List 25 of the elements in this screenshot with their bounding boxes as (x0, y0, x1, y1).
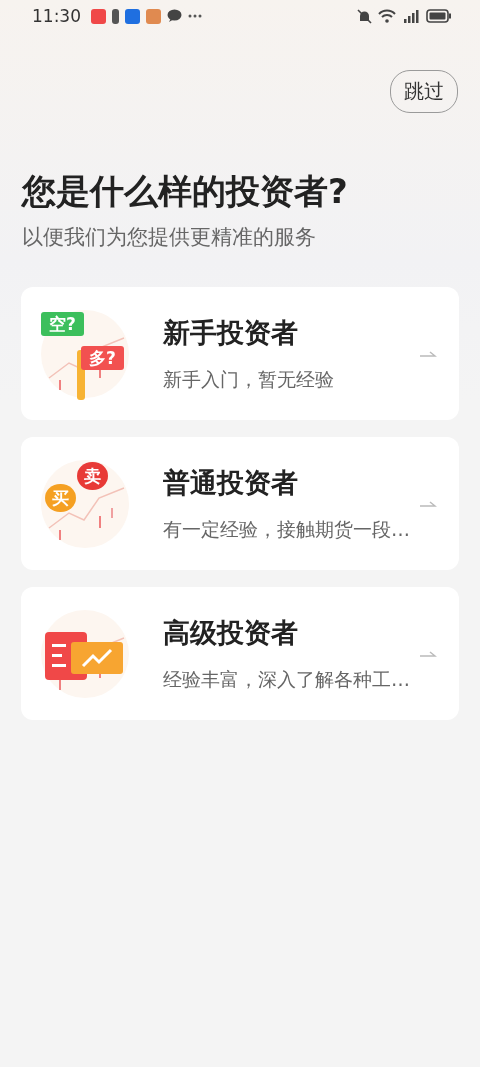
more-icon (188, 14, 202, 18)
battery-alert-icon (112, 8, 119, 24)
sign-label: 多? (81, 345, 124, 371)
option-description: 有一定经验，接触期货一段… (163, 516, 411, 542)
sign-label: 空? (41, 311, 84, 337)
battery-icon (426, 9, 452, 23)
investor-option-card[interactable]: 高级投资者 经验丰富，深入了解各种工… (21, 587, 459, 720)
option-title: 新手投资者 (163, 315, 299, 350)
signal-icon (402, 9, 420, 23)
skip-button[interactable]: 跳过 (390, 70, 458, 113)
page-title: 您是什么样的投资者? (22, 170, 349, 213)
option-title: 普通投资者 (163, 465, 299, 500)
bell-off-icon (357, 8, 372, 24)
message-notification-icon (146, 8, 161, 24)
wifi-icon (378, 9, 396, 23)
bulb-notification-icon (125, 8, 140, 24)
chat-icon (167, 9, 182, 23)
option-title: 高级投资者 (163, 615, 299, 650)
investor-option-card[interactable]: 卖 买 普通投资者 有一定经验，接触期货一段… (21, 437, 459, 570)
investor-option-card[interactable]: 空? 多? 新手投资者 新手入门，暂无经验 (21, 287, 459, 420)
option-description: 新手入门，暂无经验 (163, 366, 335, 392)
page-subtitle: 以便我们为您提供更精准的服务 (22, 224, 317, 251)
status-time: 11:30 (32, 6, 81, 26)
option-description: 经验丰富，深入了解各种工… (163, 666, 411, 692)
app-notification-icon (91, 8, 106, 24)
